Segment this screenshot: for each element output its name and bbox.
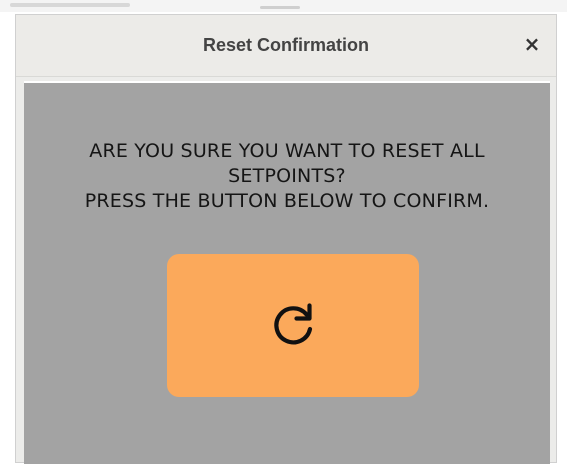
message-line-2: SETPOINTS? bbox=[228, 165, 346, 187]
close-icon[interactable]: × bbox=[518, 29, 546, 59]
confirmation-message: ARE YOU SURE YOU WANT TO RESET ALL SETPO… bbox=[24, 139, 550, 214]
dialog-content: ARE YOU SURE YOU WANT TO RESET ALL SETPO… bbox=[24, 81, 550, 464]
message-line-1: ARE YOU SURE YOU WANT TO RESET ALL bbox=[89, 140, 485, 162]
message-line-3: PRESS THE BUTTON BELOW TO CONFIRM. bbox=[84, 190, 490, 212]
reset-confirmation-dialog: Reset Confirmation × ARE YOU SURE YOU WA… bbox=[15, 14, 557, 464]
background-text-fragment bbox=[10, 3, 130, 7]
dialog-titlebar: Reset Confirmation × bbox=[16, 15, 556, 77]
background-text-fragment bbox=[260, 6, 300, 9]
dialog-title: Reset Confirmation bbox=[202, 35, 370, 55]
background-window-strip bbox=[0, 0, 567, 12]
refresh-icon bbox=[274, 302, 313, 344]
confirm-reset-button[interactable] bbox=[167, 254, 419, 397]
